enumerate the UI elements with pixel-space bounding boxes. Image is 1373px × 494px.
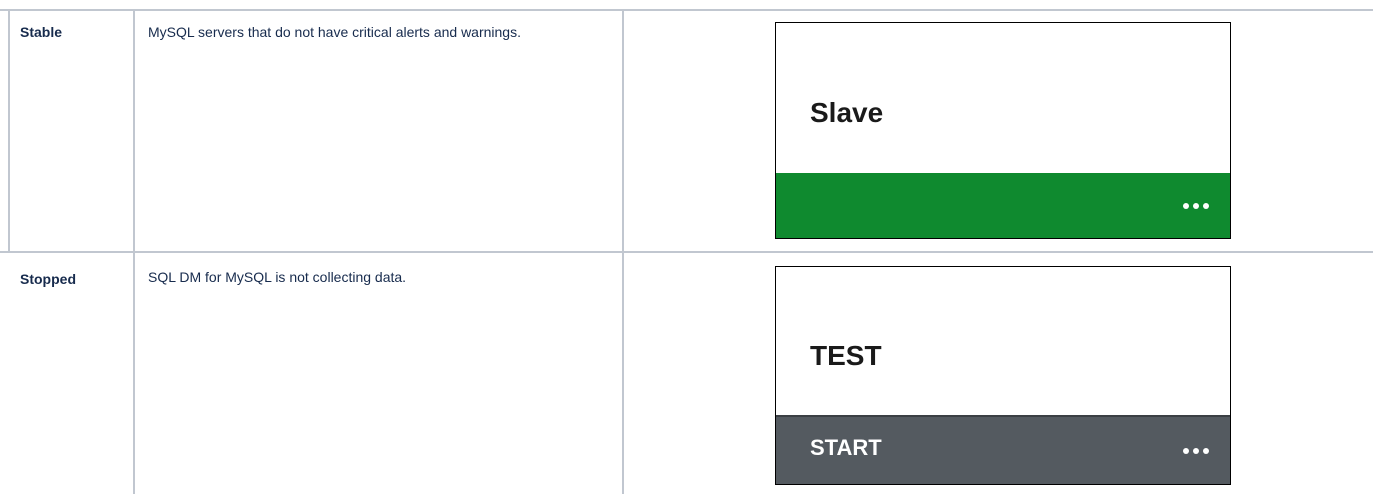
status-name: Stable <box>20 24 63 40</box>
card-title: TEST <box>810 340 882 371</box>
table-row-divider <box>0 251 1373 253</box>
more-options-icon[interactable] <box>1183 448 1209 454</box>
column-divider-1 <box>133 9 135 494</box>
status-table: Stable MySQL servers that do not have cr… <box>0 0 1373 494</box>
card-title: Slave <box>810 97 884 128</box>
card-status-bar: START <box>776 415 1230 484</box>
status-name: Stopped <box>20 271 76 287</box>
more-options-icon[interactable] <box>1183 203 1209 209</box>
server-card-stopped[interactable]: TEST START <box>775 266 1231 485</box>
start-button[interactable]: START <box>810 435 882 461</box>
card-status-bar <box>776 173 1230 238</box>
server-card-stable[interactable]: Slave <box>775 22 1231 239</box>
status-description: SQL DM for MySQL is not collecting data. <box>148 269 407 285</box>
column-divider-2 <box>622 9 624 494</box>
status-description: MySQL servers that do not have critical … <box>148 24 521 40</box>
table-border-top <box>0 9 1373 11</box>
table-border-left <box>8 9 10 251</box>
